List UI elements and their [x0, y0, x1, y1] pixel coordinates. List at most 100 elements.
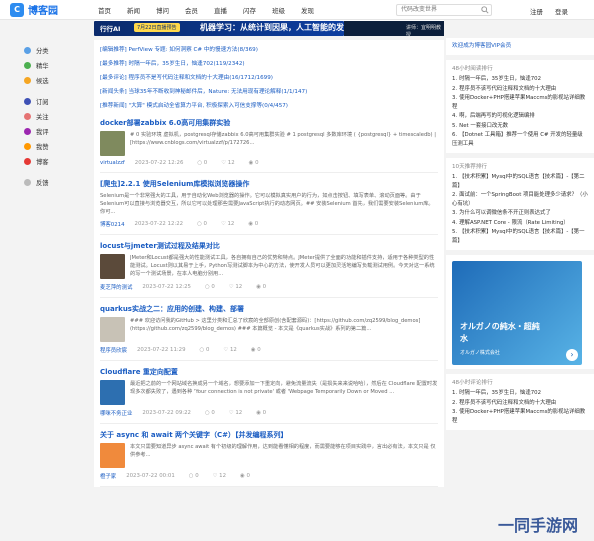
post-title[interactable]: [爬虫]2.2.1 使用Selenium库模拟浏览器操作: [100, 179, 438, 189]
menu-item[interactable]: 候选: [24, 74, 74, 86]
notice-item[interactable]: [最多推荐] 时隔一年后，35岁生日，恼逢702(119/2342): [100, 57, 438, 71]
ranking-item[interactable]: 3. 使用Docker+PHP搭建苹果Maccms的影视站详细教程: [452, 408, 588, 425]
banner-subtitle: 讲师：宜明明教授: [406, 25, 442, 38]
side-ad[interactable]: オルガノの純水・超純 水 オルガノ株式会社 ›: [452, 261, 582, 365]
ranking-item[interactable]: 4. 理解ASP.NET Core - 限流（Rate Limiting）: [452, 219, 588, 228]
author-avatar[interactable]: [100, 131, 125, 156]
ranking-item[interactable]: 5. 【技术积累】MysqI中的SQL语言【技术篇】-【第一篇】: [452, 228, 588, 245]
ranking-number: 5.: [452, 122, 458, 129]
ranking-item[interactable]: 1. 【技术积累】MysqI中的SQL语言【技术篇】-【第二篇】: [452, 173, 588, 190]
comment-count[interactable]: ○ 0: [197, 160, 207, 166]
like-count[interactable]: ♡ 12: [221, 160, 234, 166]
post-author[interactable]: 程序员欣宸: [100, 346, 127, 354]
login-link[interactable]: 登录: [555, 6, 568, 16]
nav-home[interactable]: 首页: [98, 5, 111, 15]
chevron-right-icon[interactable]: ›: [566, 349, 578, 361]
notice-item[interactable]: [推荐新闻] "大算" 模式启动全省算力平台, 积极探索入可信支撑等(0/4/4…: [100, 99, 438, 113]
ranking-item[interactable]: 4. 啊，后端再写的可视化逻辑编排: [452, 112, 588, 121]
menu-item[interactable]: 我评: [24, 125, 74, 137]
nav-class[interactable]: 班级: [272, 5, 285, 15]
nav-qa[interactable]: 博问: [156, 5, 169, 15]
ranking-item[interactable]: 2. 程序员不该写代码注释和文档的十大理由: [452, 399, 588, 408]
post-body: 本文只需要知道异步 async await 有个初级的理解作用，达到能看懂相的程…: [100, 443, 438, 468]
ranking-item[interactable]: 3. 使用Docker+PHP搭建苹果Maccms的影视站详细教程: [452, 94, 588, 111]
logo[interactable]: C 博客园: [10, 2, 90, 17]
vip-link[interactable]: 欢迎成为博客园VIP会员: [452, 42, 588, 51]
ranking-label: 程序员不该写代码注释和文档的十大理由: [459, 399, 557, 406]
menu-item[interactable]: 订阅: [24, 95, 74, 107]
comment-count[interactable]: ○ 0: [189, 473, 199, 479]
menu-item[interactable]: 关注: [24, 110, 74, 122]
ranking-label: 时隔一年后，35岁生日，恼逢702: [459, 390, 541, 396]
notice-item[interactable]: [新闻头条] 当球35年不断收到神秘邮件后，Nature: 无法用现有理论解释(…: [100, 85, 438, 99]
like-count-value: 12: [227, 221, 235, 227]
ranking-item[interactable]: 5. Net 一套接口改无数: [452, 122, 588, 131]
menu-item[interactable]: 我赞: [24, 140, 74, 152]
menu-icon: [24, 61, 31, 69]
search-input[interactable]: [396, 4, 492, 16]
view-count-value: 0: [257, 347, 261, 353]
post-body: # 0 实验环境 虚拟机，postgresql存储zabbix 6.0高可用集群…: [100, 131, 438, 156]
nav-live[interactable]: 直播: [214, 5, 227, 15]
comment-count[interactable]: ○ 0: [200, 347, 210, 353]
menu-label: 分类: [36, 47, 49, 55]
ranking-label: 【技术积累】MysqI中的SQL语言【技术篇】-【第二篇】: [452, 174, 585, 189]
author-avatar[interactable]: [100, 380, 125, 405]
post-title[interactable]: docker部署zabbix 6.0高可用集群实验: [100, 118, 438, 128]
like-count[interactable]: ♡ 12: [229, 410, 242, 416]
nav-discover[interactable]: 发现: [301, 5, 314, 15]
post-title[interactable]: locust与jmeter测试过程及结果对比: [100, 241, 438, 251]
view-count: ◉ 0: [256, 284, 266, 290]
menu-icon: [24, 112, 31, 120]
comment-count-value: 0: [211, 410, 215, 416]
register-link[interactable]: 注册: [530, 6, 543, 16]
post-author[interactable]: 博客0214: [100, 220, 125, 228]
post-title[interactable]: Cloudflare 重定向配置: [100, 367, 438, 377]
menu-label: 博客: [36, 158, 49, 166]
post-author[interactable]: 麦芝萍的测试: [100, 283, 132, 291]
ranking-item[interactable]: 1. 时隔一年后，35岁生日，恼逢702: [452, 75, 588, 84]
author-avatar[interactable]: [100, 254, 125, 279]
post-title[interactable]: 关于 async 和 await 两个关键字（C#）【并发编程系列】: [100, 430, 438, 440]
like-count[interactable]: ♡ 12: [223, 347, 236, 353]
ranking-item[interactable]: 2. 程序员不该写代码注释和文档的十大理由: [452, 85, 588, 94]
author-avatar[interactable]: [100, 317, 125, 342]
post-body: JMeter和Locust都是强大的性能测试工具，各自拥有自己的优势和特点。JM…: [100, 254, 438, 279]
notice-item[interactable]: [编辑推荐] PerfView 专题: 如何洞察 C# 中的慢速方法(8/369…: [100, 43, 438, 57]
ranking-item[interactable]: 1. 时隔一年后，35岁生日，恼逢702: [452, 389, 588, 398]
ranking-label: 程序员不该写代码注释和文档的十大理由: [459, 85, 557, 92]
comment-count[interactable]: ○ 0: [205, 284, 215, 290]
ranking-item[interactable]: 2. 面试前：一个SpringBoot 项目能处理多少请求？（小心有坑）: [452, 191, 588, 208]
notice-list: [编辑推荐] PerfView 专题: 如何洞察 C# 中的慢速方法(8/369…: [94, 40, 444, 116]
comment-count[interactable]: ○ 0: [197, 221, 207, 227]
menu-item[interactable]: 博客: [24, 155, 74, 167]
menu-icon: [24, 97, 31, 105]
logo-icon: C: [10, 2, 24, 17]
like-count[interactable]: ♡ 12: [221, 221, 234, 227]
nav-vip[interactable]: 会员: [185, 5, 198, 15]
menu-item[interactable]: 精华: [24, 59, 74, 71]
nav-news[interactable]: 新闻: [127, 5, 140, 15]
post-date: 2023-07-22 00:01: [126, 473, 175, 479]
post-date-value: 2023-07-22 09:22: [142, 410, 191, 416]
ranking-item[interactable]: 6. 【Dotnet 工具箱】推荐一个使用 C# 开发的轻量级压测工具: [452, 131, 588, 148]
menu-icon: [24, 127, 31, 135]
like-count[interactable]: ♡ 12: [229, 284, 242, 290]
notice-item[interactable]: [最多评论] 程序员不是写代码注释和文档的十大理由(16/1712/1699): [100, 71, 438, 85]
nav-flash[interactable]: 闪存: [243, 5, 256, 15]
menu-item[interactable]: 反馈: [24, 176, 74, 188]
ranking-item[interactable]: 3. 为什么可以调微信条不开正则表达式了: [452, 209, 588, 218]
author-avatar[interactable]: [100, 443, 125, 468]
post-author-value: 麦芝萍的测试: [100, 285, 133, 291]
post-author[interactable]: 哪咪不务正业: [100, 409, 132, 417]
ad-banner[interactable]: 行行AI 7月22日直播预告 机器学习：从统计到因果，人工智能的发展之路 讲师：…: [94, 20, 444, 38]
comment-count[interactable]: ○ 0: [205, 410, 215, 416]
search-icon[interactable]: [481, 6, 489, 14]
post-title[interactable]: quarkus实战之二：应用的创建、构建、部署: [100, 304, 438, 314]
post-author[interactable]: virtualzzf: [100, 160, 125, 166]
post-body: ### 欢迎访问我的GitHub > 这里分类和汇总了欣宸的全部原创(含配套源码…: [100, 317, 438, 342]
post-author[interactable]: 橙子家: [100, 472, 116, 480]
post-feed: docker部署zabbix 6.0高可用集群实验 # 0 实验环境 虚拟机，po…: [94, 112, 444, 487]
menu-item[interactable]: 分类: [24, 44, 74, 56]
like-count[interactable]: ♡ 12: [213, 473, 226, 479]
